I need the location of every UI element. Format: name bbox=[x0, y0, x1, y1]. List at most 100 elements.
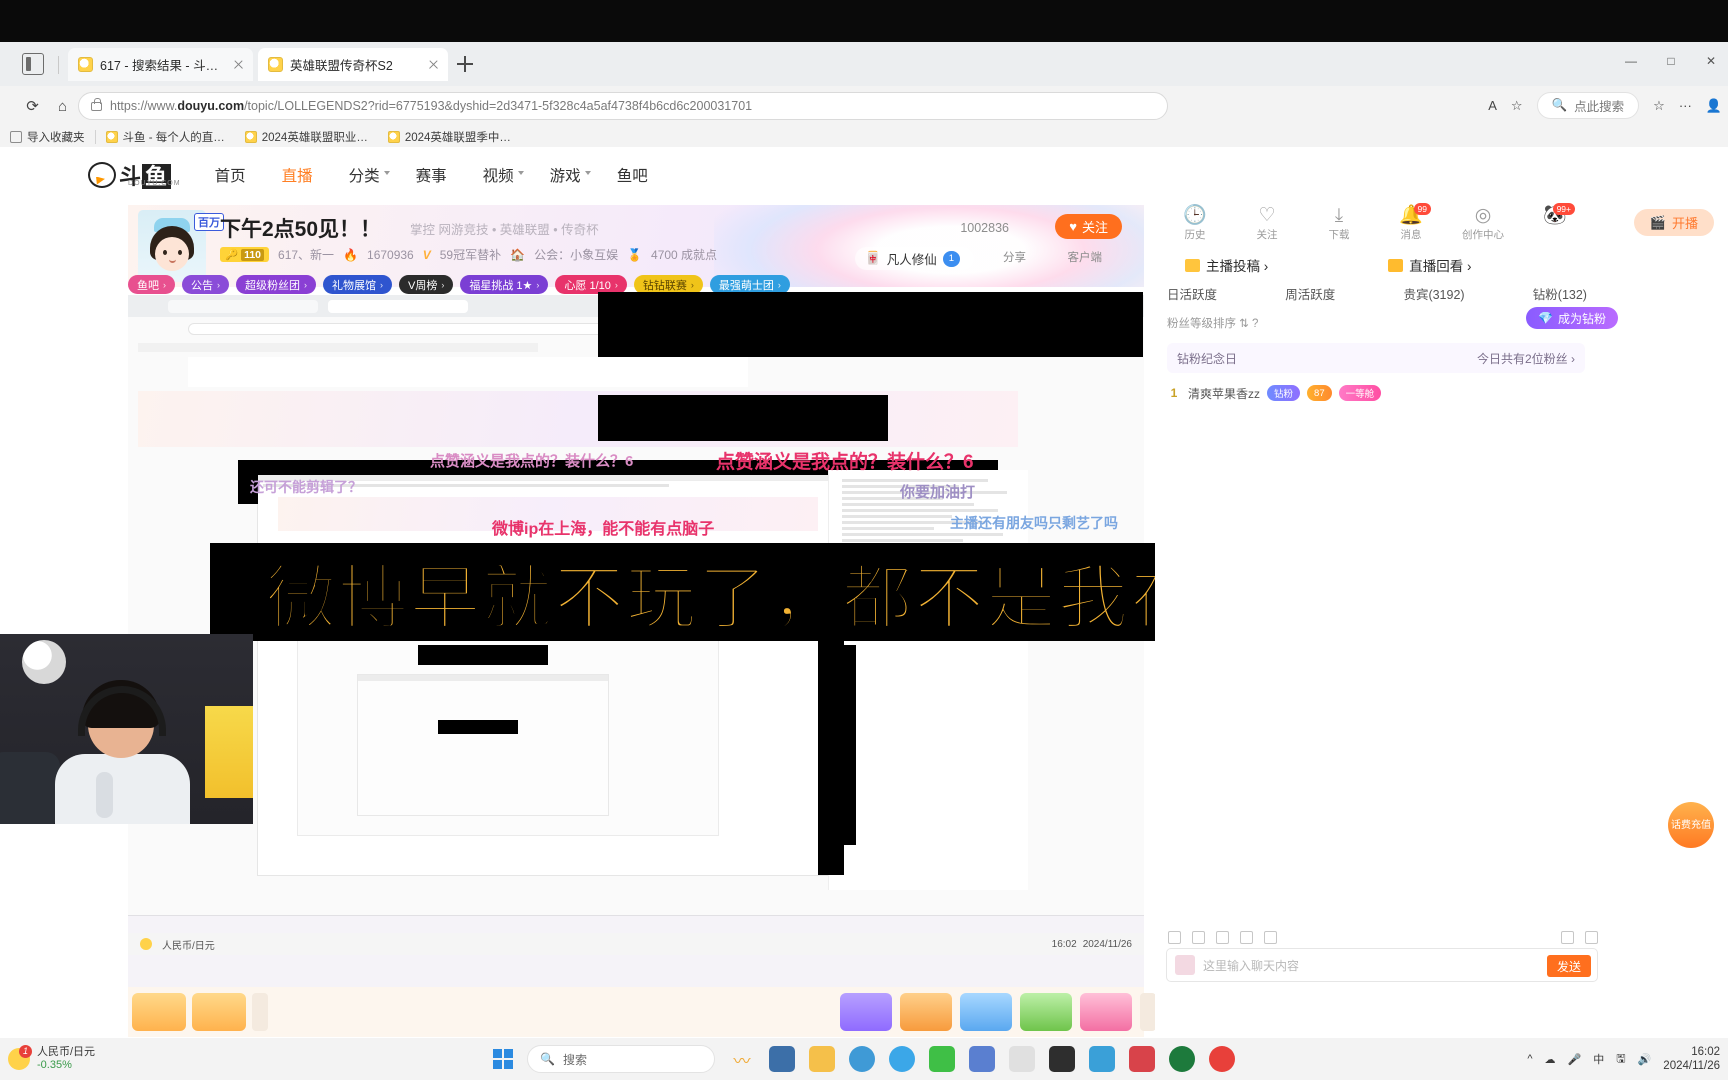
maximize-button[interactable]: □ bbox=[1664, 54, 1678, 68]
chat-input[interactable]: 这里输入聊天内容 bbox=[1203, 957, 1589, 974]
address-bar[interactable]: https://www. douyu.com /topic/LOLLEGENDS… bbox=[78, 92, 1168, 120]
bookmark-1[interactable]: 斗鱼 - 每个人的直… bbox=[96, 129, 235, 145]
read-aloud-icon[interactable]: A bbox=[1488, 98, 1497, 113]
netease-app-icon[interactable] bbox=[1209, 1046, 1235, 1072]
wechat-app-icon[interactable] bbox=[929, 1046, 955, 1072]
edge-search-box[interactable]: 🔍 点此搜索 bbox=[1536, 92, 1640, 119]
tag-announce[interactable]: 公告 › bbox=[182, 275, 229, 294]
close-icon[interactable] bbox=[425, 56, 442, 73]
nested-tag-task-hall[interactable] bbox=[192, 993, 246, 1031]
tab-vip[interactable]: 贵宾(3192) bbox=[1403, 284, 1464, 303]
ip-badge[interactable]: 🀄 凡人修仙 1 bbox=[855, 247, 974, 270]
edge-app-icon[interactable] bbox=[849, 1046, 875, 1072]
sidebar-icon-message[interactable]: 99 🔔 消息 bbox=[1381, 203, 1441, 242]
go-live-button[interactable]: 🎬 开播 bbox=[1633, 209, 1714, 236]
nav-item-yuba[interactable]: 鱼吧 bbox=[617, 164, 648, 186]
chat-input-row[interactable]: 这里输入聊天内容 发送 bbox=[1166, 948, 1598, 982]
image-icon[interactable] bbox=[1264, 930, 1277, 944]
anniversary-banner[interactable]: 钻粉纪念日 今日共有2位粉丝 › bbox=[1167, 343, 1585, 373]
nested-tag-three-kingdoms[interactable] bbox=[900, 993, 952, 1031]
share-button[interactable]: 分享 bbox=[1003, 249, 1026, 265]
fullscreen-icon[interactable] bbox=[1561, 930, 1574, 944]
room-breadcrumbs[interactable]: 掌控 网游竞技 • 英雄联盟 • 传奇杯 bbox=[410, 219, 599, 238]
start-button[interactable] bbox=[493, 1049, 513, 1069]
new-tab-button[interactable] bbox=[455, 54, 475, 74]
browser-settings-icon[interactable]: ··· bbox=[1679, 98, 1692, 113]
gift-icon[interactable] bbox=[1192, 930, 1205, 944]
squiggle-app-icon[interactable]: 〰 bbox=[729, 1046, 755, 1072]
tray-overflow-icon[interactable]: ^ bbox=[1527, 1053, 1532, 1065]
reload-icon[interactable]: ⟳ bbox=[22, 96, 43, 117]
nested-tag-small-house[interactable] bbox=[1080, 993, 1132, 1031]
nested-tag-diamond-fans[interactable] bbox=[840, 993, 892, 1031]
douyu-logo[interactable]: 斗鱼 DOUYU.COM bbox=[88, 159, 181, 191]
folder2-app-icon[interactable] bbox=[1009, 1046, 1035, 1072]
douyu-app-icon[interactable] bbox=[1089, 1046, 1115, 1072]
camera-app-icon[interactable] bbox=[1049, 1046, 1075, 1072]
qq-app-icon[interactable] bbox=[889, 1046, 915, 1072]
link-live-replay[interactable]: 直播回看 › bbox=[1388, 255, 1472, 275]
tab-daily-activity[interactable]: 日活跃度 bbox=[1167, 284, 1217, 303]
tray-volume-icon[interactable]: 🔊 bbox=[1638, 1053, 1652, 1066]
mail-app-icon[interactable] bbox=[969, 1046, 995, 1072]
video-player[interactable]: 人民币/日元 -0.35% bbox=[128, 295, 1144, 1005]
browser-tab-1[interactable]: 617 - 搜索结果 - 斗鱼直播 - 游戏… bbox=[68, 48, 253, 81]
noble-icon[interactable] bbox=[1240, 930, 1253, 944]
profile-icon[interactable]: 👤 bbox=[1706, 98, 1722, 114]
emoji-picker-icon[interactable] bbox=[1175, 955, 1195, 975]
nested-tag-start-live[interactable] bbox=[132, 993, 186, 1031]
recharge-fab-button[interactable]: 话费充值 bbox=[1668, 802, 1714, 848]
nested-tag-forest[interactable] bbox=[1020, 993, 1072, 1031]
nav-item-games[interactable]: 游戏 bbox=[550, 164, 591, 186]
tray-mic-icon[interactable]: 🎤 bbox=[1568, 1053, 1582, 1066]
tag-luckychallenge[interactable]: 福星挑战 1★ › bbox=[460, 275, 549, 294]
obs-app-icon[interactable] bbox=[1169, 1046, 1195, 1072]
send-button[interactable]: 发送 bbox=[1547, 955, 1591, 977]
client-button[interactable]: 客户端 bbox=[1068, 249, 1103, 265]
tag-giftgallery[interactable]: 礼物展馆 › bbox=[323, 275, 392, 294]
emoji-icon[interactable] bbox=[1168, 930, 1181, 944]
bookmark-2[interactable]: 2024英雄联盟职业… bbox=[235, 129, 378, 145]
widgets-app-icon[interactable] bbox=[769, 1046, 795, 1072]
nav-item-live[interactable]: 直播 bbox=[282, 164, 313, 186]
bookmark-import[interactable]: 导入收藏夹 bbox=[0, 129, 95, 145]
tag-yuba[interactable]: 鱼吧 › bbox=[128, 275, 175, 294]
sidebar-icon-creator[interactable]: ◎ 创作中心 bbox=[1453, 205, 1513, 242]
become-diamond-fan-button[interactable]: 💎 成为钻粉 bbox=[1526, 307, 1618, 329]
fan-list-item[interactable]: 1 清爽苹果香zz 钻粉 87 一等舱 bbox=[1167, 379, 1585, 407]
sidebar-icon-follow[interactable]: ♡ 关注 bbox=[1237, 205, 1297, 242]
sidebar-icon-panda[interactable]: 99+ 🐼 bbox=[1525, 203, 1585, 227]
follow-button[interactable]: ♥ 关注 bbox=[1055, 214, 1122, 239]
fan-sort-label[interactable]: 粉丝等级排序 ⇅ ? bbox=[1167, 315, 1258, 331]
tray-cloud-icon[interactable]: ☁ bbox=[1545, 1053, 1556, 1066]
sidebar-icon-download[interactable]: ⤓ 下载 bbox=[1309, 205, 1369, 242]
nav-item-category[interactable]: 分类 bbox=[349, 164, 390, 186]
home-icon[interactable]: ⌂ bbox=[52, 96, 73, 117]
tray-ime-icon[interactable]: 中 bbox=[1593, 1051, 1604, 1067]
sidebar-icon-history[interactable]: 🕒 历史 bbox=[1165, 205, 1225, 242]
nav-item-home[interactable]: 首页 bbox=[215, 164, 246, 186]
mail2-app-icon[interactable] bbox=[1129, 1046, 1155, 1072]
nav-item-events[interactable]: 赛事 bbox=[416, 164, 447, 186]
settings-icon[interactable] bbox=[1585, 930, 1598, 944]
tray-keyboard-icon[interactable]: 🖫 bbox=[1616, 1050, 1625, 1069]
taskbar-weather[interactable]: 1 人民币/日元 -0.35% bbox=[8, 1045, 95, 1072]
link-streamer-posts[interactable]: 主播投稿 › bbox=[1185, 255, 1268, 275]
tab-diamond-fans[interactable]: 钻粉(132) bbox=[1533, 284, 1587, 303]
close-icon[interactable] bbox=[230, 56, 247, 73]
nested-tag-more[interactable] bbox=[252, 993, 268, 1031]
nested-tag-more[interactable] bbox=[1140, 993, 1156, 1031]
favorite-icon[interactable]: ☆ bbox=[1511, 98, 1523, 114]
collections-icon[interactable]: ☆ bbox=[1653, 98, 1665, 114]
explorer-app-icon[interactable] bbox=[809, 1046, 835, 1072]
browser-tab-2[interactable]: 英雄联盟传奇杯S2 bbox=[258, 48, 448, 81]
taskbar-search[interactable]: 🔍 搜索 bbox=[527, 1045, 715, 1073]
bookmark-3[interactable]: 2024英雄联盟季中… bbox=[378, 129, 521, 145]
minimize-button[interactable]: — bbox=[1624, 54, 1638, 68]
nav-item-video[interactable]: 视频 bbox=[483, 164, 524, 186]
color-icon[interactable] bbox=[1216, 930, 1229, 944]
tag-superfans[interactable]: 超级粉丝团 › bbox=[236, 275, 316, 294]
nested-tag-rock-together[interactable] bbox=[960, 993, 1012, 1031]
tab-weekly-activity[interactable]: 周活跃度 bbox=[1285, 284, 1335, 303]
taskbar-clock[interactable]: 16:02 2024/11/26 bbox=[1663, 1045, 1720, 1073]
